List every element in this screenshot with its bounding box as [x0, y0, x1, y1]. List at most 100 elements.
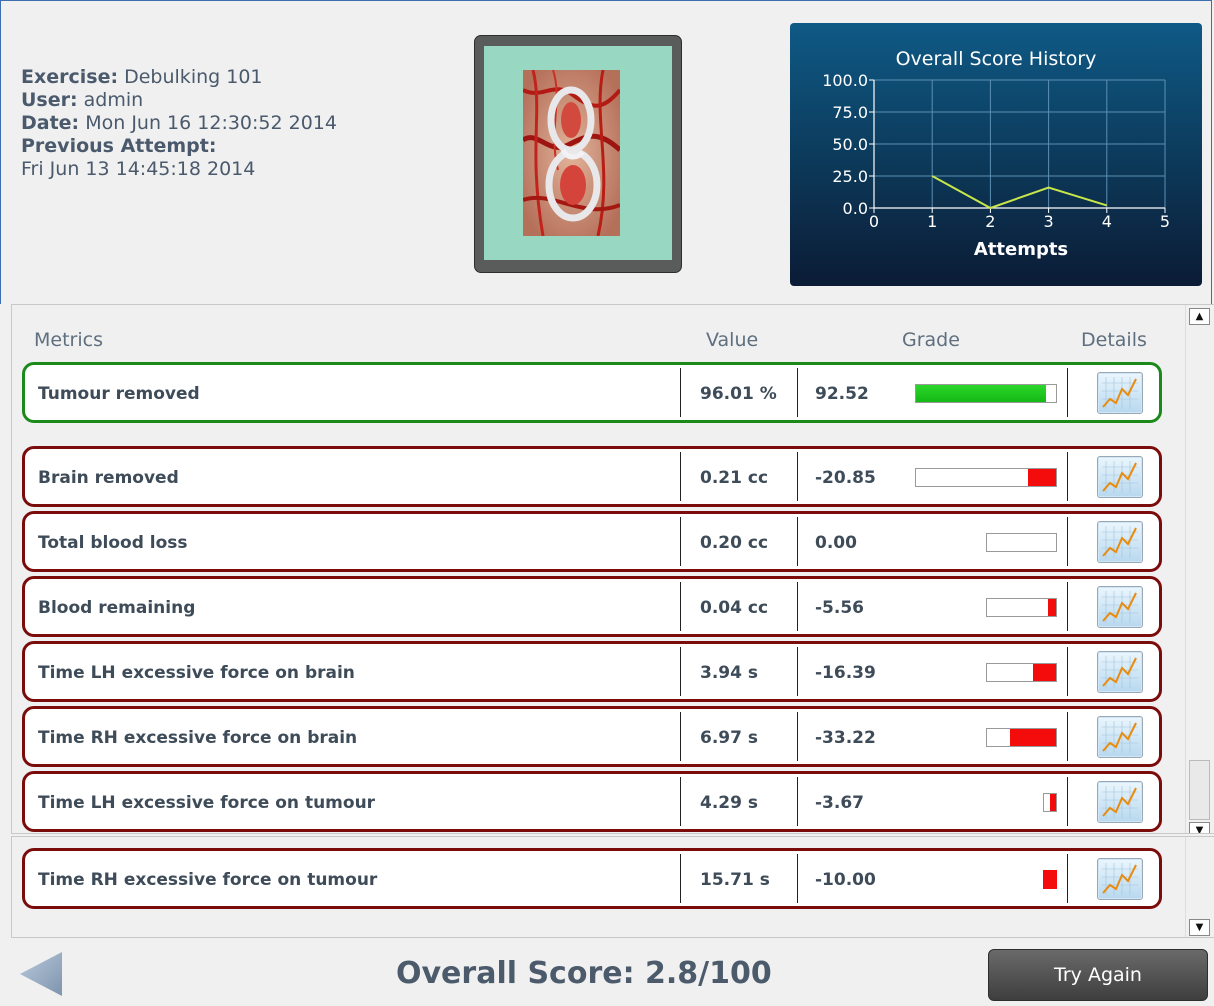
date-label: Date: — [21, 112, 80, 134]
column-divider — [680, 647, 681, 696]
chart-y-tick-label: 25.0 — [832, 167, 868, 186]
chart-y-tick-label: 0.0 — [843, 199, 868, 218]
details-button[interactable] — [1097, 781, 1143, 823]
metric-name: Time LH excessive force on brain — [38, 663, 355, 683]
column-divider — [797, 452, 798, 501]
metric-grade: -10.00 — [815, 870, 876, 890]
metric-row: Time RH excessive force on tumour 15.71 s… — [22, 848, 1162, 909]
details-button[interactable] — [1097, 586, 1143, 628]
details-button[interactable] — [1097, 372, 1143, 414]
chart-title: Overall Score History — [896, 48, 1097, 70]
metrics-table-lower[interactable]: Time RH excessive force on tumour 15.71 s… — [11, 836, 1214, 938]
grade-bar-fill — [1010, 729, 1056, 746]
header-value: Value — [706, 329, 759, 351]
metric-row: Brain removed 0.21 cc -20.85 — [22, 446, 1162, 507]
metric-name: Tumour removed — [38, 384, 200, 404]
column-divider — [680, 712, 681, 761]
metric-grade: -20.85 — [815, 468, 876, 488]
column-divider — [797, 777, 798, 826]
metrics-scrollbar[interactable]: ▲ ▼ — [1185, 305, 1214, 833]
metric-grade: -16.39 — [815, 663, 876, 683]
column-divider — [680, 368, 681, 417]
scroll-up-icon[interactable]: ▲ — [1189, 308, 1210, 325]
grade-bar-fill — [916, 385, 1047, 402]
column-divider — [680, 452, 681, 501]
metrics-table[interactable]: Metrics Value Grade Details Tumour remov… — [11, 304, 1214, 834]
thumbnail-matte — [484, 46, 672, 260]
metric-value: 0.04 cc — [700, 598, 769, 618]
scroll-down-icon[interactable]: ▼ — [1189, 822, 1210, 833]
details-button[interactable] — [1097, 521, 1143, 563]
back-arrow-icon[interactable] — [18, 950, 64, 1002]
column-divider — [1067, 647, 1068, 696]
column-divider — [680, 517, 681, 566]
chart-x-tick-label: 1 — [927, 212, 937, 231]
metric-value: 15.71 s — [700, 870, 770, 890]
metric-value: 3.94 s — [700, 663, 758, 683]
column-divider — [680, 582, 681, 631]
column-divider — [680, 777, 681, 826]
grade-bar-fill — [1043, 870, 1057, 889]
grade-bar-fill — [1028, 469, 1056, 486]
chart-icon — [1098, 718, 1142, 761]
exercise-label: Exercise: — [21, 66, 119, 88]
chart-icon — [1098, 653, 1142, 696]
grade-bar — [915, 468, 1057, 487]
chart-icon — [1098, 458, 1142, 501]
metric-row: Time LH excessive force on brain 3.94 s -1… — [22, 641, 1162, 702]
chart-x-tick-label: 3 — [1044, 212, 1054, 231]
column-divider — [680, 854, 681, 903]
grade-bar-fill — [1048, 599, 1056, 616]
chart-y-tick-label: 50.0 — [832, 135, 868, 154]
metric-row: Time LH excessive force on tumour 4.29 s -… — [22, 771, 1162, 832]
metric-name: Total blood loss — [38, 533, 188, 553]
chart-x-tick-label: 5 — [1160, 212, 1170, 231]
header-metrics: Metrics — [34, 329, 103, 351]
metric-row: Blood remaining 0.04 cc -5.56 — [22, 576, 1162, 637]
chart-icon — [1098, 374, 1142, 417]
grade-bar — [915, 384, 1057, 403]
metric-grade: -33.22 — [815, 728, 876, 748]
metrics-scrollbar-lower[interactable]: ▼ — [1185, 837, 1214, 937]
chart-icon — [1098, 523, 1142, 566]
user-value: admin — [83, 89, 144, 111]
brain-tissue-image — [523, 70, 620, 236]
exercise-value: Debulking 101 — [124, 66, 263, 88]
details-button[interactable] — [1097, 858, 1143, 900]
metric-name: Time RH excessive force on tumour — [38, 870, 378, 890]
chart-x-tick-label: 4 — [1102, 212, 1112, 231]
grade-bar — [986, 728, 1057, 747]
exercise-thumbnail-frame — [474, 35, 682, 273]
score-history-svg: Overall Score History Attempts 0.0 25.0 50… — [822, 48, 1170, 260]
metric-value: 0.20 cc — [700, 533, 769, 553]
scrollbar-thumb[interactable] — [1189, 760, 1210, 820]
try-again-button[interactable]: Try Again — [988, 949, 1208, 1001]
grade-bar — [986, 533, 1057, 552]
metric-grade: 0.00 — [815, 533, 857, 553]
metric-name: Blood remaining — [38, 598, 196, 618]
scroll-down-icon[interactable]: ▼ — [1189, 919, 1210, 936]
grade-bar-fill — [1050, 794, 1056, 811]
metric-grade: -3.67 — [815, 793, 864, 813]
chart-x-axis-label: Attempts — [974, 239, 1068, 260]
chart-series-line — [931, 175, 1108, 210]
metric-name: Time LH excessive force on tumour — [38, 793, 376, 813]
previous-attempt-label: Previous Attempt: — [21, 135, 217, 157]
metric-grade: 92.52 — [815, 384, 869, 404]
details-button[interactable] — [1097, 456, 1143, 498]
column-divider — [1067, 368, 1068, 417]
metric-row: Time RH excessive force on brain 6.97 s -3… — [22, 706, 1162, 767]
column-divider — [797, 582, 798, 631]
previous-attempt-value: Fri Jun 13 14:45:18 2014 — [21, 158, 256, 180]
details-button[interactable] — [1097, 651, 1143, 693]
details-button[interactable] — [1097, 716, 1143, 758]
metric-value: 6.97 s — [700, 728, 758, 748]
column-divider — [797, 517, 798, 566]
column-divider — [1067, 452, 1068, 501]
chart-icon — [1098, 588, 1142, 631]
chart-icon — [1098, 860, 1142, 903]
column-divider — [1067, 854, 1068, 903]
column-divider — [1067, 777, 1068, 826]
column-divider — [797, 368, 798, 417]
metric-value: 0.21 cc — [700, 468, 769, 488]
